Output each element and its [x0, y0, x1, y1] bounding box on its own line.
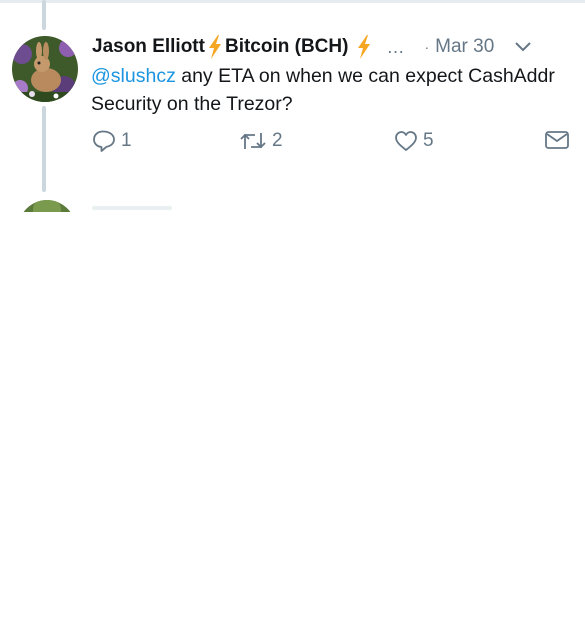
- next-tweet-avatar[interactable]: [18, 200, 76, 258]
- retweet-icon: [240, 133, 266, 149]
- display-name-suffix[interactable]: Bitcoin (BCH): [225, 36, 348, 58]
- chevron-down-icon[interactable]: [514, 41, 532, 53]
- avatar[interactable]: [12, 36, 78, 102]
- tweet-date[interactable]: Mar 30: [435, 36, 494, 58]
- display-name[interactable]: Jason Elliott: [92, 36, 205, 58]
- like-button[interactable]: 5: [393, 128, 434, 154]
- high-voltage-icon: [358, 35, 371, 59]
- date-separator: ·: [424, 39, 430, 55]
- reply-button[interactable]: 1: [91, 128, 132, 154]
- mention-link[interactable]: @slushcz: [91, 65, 176, 87]
- avatar-image: [18, 200, 76, 258]
- tweet-actions: 1 2 5: [0, 128, 585, 158]
- retweet-count: 2: [272, 130, 283, 151]
- tweet[interactable]: Jason Elliott Bitcoin (BCH) … · Mar 30 @…: [0, 0, 585, 210]
- name-ellipsis: …: [386, 36, 405, 57]
- heart-icon: [395, 131, 417, 151]
- avatar-image: [12, 36, 78, 102]
- tweet-text: @slushcz any ETA on when we can expect C…: [91, 62, 585, 118]
- reply-count: 1: [121, 130, 132, 151]
- retweet-button[interactable]: 2: [238, 128, 283, 154]
- envelope-icon: [545, 131, 569, 149]
- reply-icon: [93, 130, 115, 152]
- like-count: 5: [423, 130, 434, 151]
- high-voltage-icon: [208, 35, 221, 59]
- tweet-header: Jason Elliott Bitcoin (BCH) … · Mar 30: [92, 32, 577, 62]
- next-tweet-header-fragment: [92, 206, 172, 210]
- direct-message-button[interactable]: [544, 128, 570, 152]
